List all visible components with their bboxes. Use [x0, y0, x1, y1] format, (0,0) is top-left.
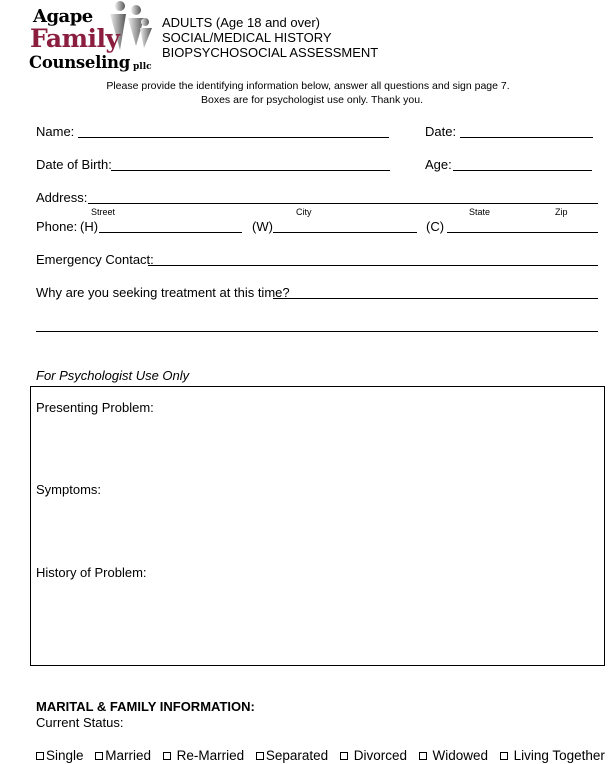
city-sublabel: City: [296, 207, 312, 217]
phone-cell-label: (C): [426, 219, 445, 234]
symptoms-label: Symptoms:: [36, 482, 102, 497]
address-label: Address:: [36, 190, 88, 205]
status-single[interactable]: Single: [36, 748, 84, 763]
date-field[interactable]: [460, 137, 593, 138]
psychologist-box: [30, 386, 605, 666]
zip-sublabel: Zip: [555, 207, 568, 217]
checkbox-icon[interactable]: [499, 752, 508, 760]
checkbox-icon[interactable]: [95, 752, 104, 760]
status-label: Re-Married: [176, 748, 245, 763]
state-sublabel: State: [469, 207, 491, 217]
psychologist-caption: For Psychologist Use Only: [36, 368, 190, 383]
status-married[interactable]: Married: [95, 748, 151, 763]
status-remarried[interactable]: Re-Married: [162, 748, 245, 763]
reason-field-line-2[interactable]: [36, 331, 598, 332]
status-living-together[interactable]: Living Together: [499, 748, 605, 763]
dob-label: Date of Birth:: [36, 157, 112, 172]
logo-counseling: Counseling: [29, 53, 130, 72]
checkbox-icon[interactable]: [162, 752, 171, 760]
phone-work-label: (W): [252, 219, 273, 234]
checkbox-icon[interactable]: [255, 752, 264, 760]
reason-field-line-1[interactable]: [273, 298, 598, 299]
status-label: Married: [105, 748, 152, 763]
status-separated[interactable]: Separated: [255, 748, 329, 763]
instructions-line-2: Boxes are for psychologist use only. Tha…: [201, 94, 423, 106]
presenting-problem-label: Presenting Problem:: [36, 400, 154, 415]
checkbox-icon[interactable]: [36, 752, 44, 760]
history-label: History of Problem:: [36, 565, 147, 580]
street-sublabel: Street: [91, 207, 116, 217]
phone-home-field[interactable]: [99, 232, 242, 233]
status-label: Living Together: [513, 748, 605, 763]
name-label: Name:: [36, 124, 75, 139]
instructions-line-1: Please provide the identifying informati…: [106, 80, 510, 92]
checkbox-icon[interactable]: [418, 752, 427, 760]
marital-heading: MARITAL & FAMILY INFORMATION:: [36, 699, 255, 714]
age-field[interactable]: [453, 170, 592, 171]
logo-family: Family: [30, 24, 120, 53]
age-label: Age:: [425, 157, 452, 172]
checkbox-icon[interactable]: [339, 752, 348, 760]
status-label: Separated: [265, 748, 329, 763]
phone-label: Phone:: [36, 219, 78, 234]
status-label: Widowed: [432, 748, 489, 763]
form-title-line-2: SOCIAL/MEDICAL HISTORY: [162, 30, 332, 45]
address-field[interactable]: [88, 203, 598, 204]
status-label: Divorced: [353, 748, 407, 763]
name-field[interactable]: [78, 137, 389, 138]
dob-field[interactable]: [111, 170, 390, 171]
status-widowed[interactable]: Widowed: [418, 748, 489, 763]
form-title-line-1: ADULTS (Age 18 and over): [162, 15, 320, 30]
form-title-line-3: BIOPSYCHOSOCIAL ASSESSMENT: [162, 45, 379, 58]
reason-label: Why are you seeking treatment at this ti…: [36, 285, 290, 300]
logo-pllc: pllc: [133, 62, 152, 72]
marital-status-options: Single Married Re-Married Separated Divo…: [36, 748, 613, 763]
phone-home-label: (H): [80, 219, 99, 234]
date-label: Date:: [425, 124, 457, 139]
emergency-contact-field[interactable]: [148, 265, 598, 266]
status-label: Single: [46, 748, 84, 763]
emergency-contact-label: Emergency Contact:: [36, 252, 154, 267]
phone-cell-field[interactable]: [447, 232, 598, 233]
current-status-label: Current Status:: [36, 715, 124, 730]
status-divorced[interactable]: Divorced: [339, 748, 407, 763]
phone-work-field[interactable]: [273, 232, 417, 233]
